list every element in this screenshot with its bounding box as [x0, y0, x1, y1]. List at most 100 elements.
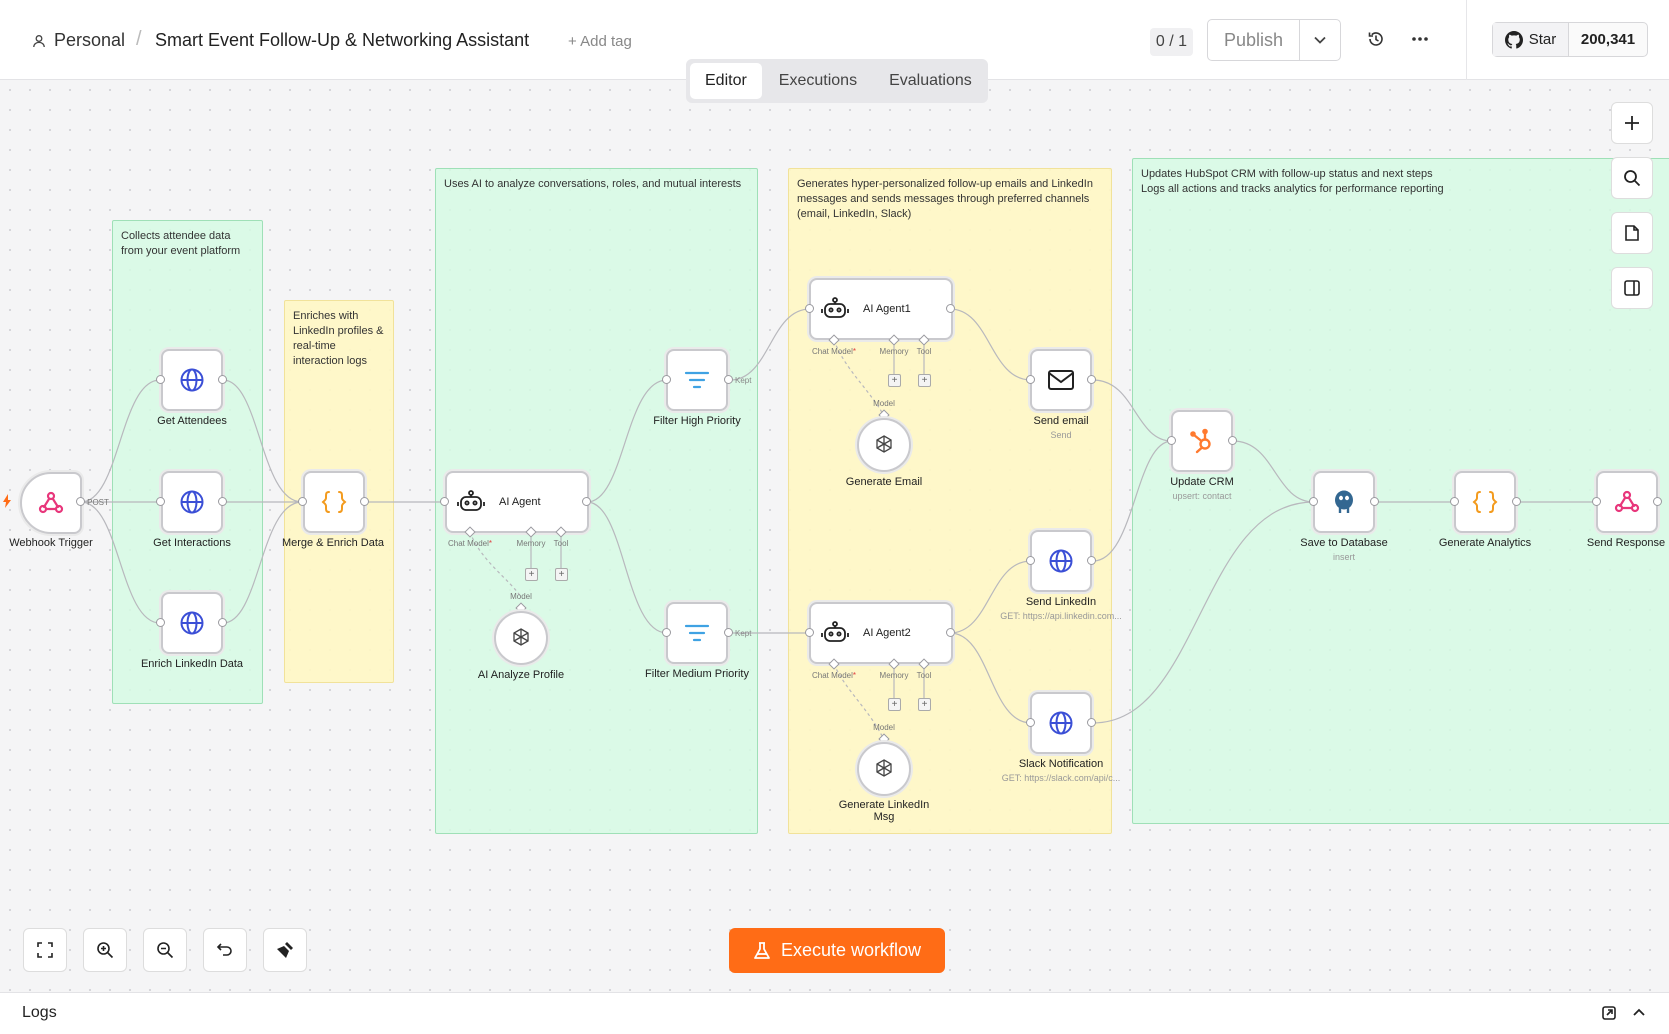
- input-port[interactable]: [1026, 718, 1035, 727]
- node-label: Filter Medium Priority: [645, 668, 749, 680]
- port-label-chat-model: Chat Model*: [811, 347, 857, 356]
- node-label: Generate LinkedIn Msg: [838, 799, 930, 823]
- add-tag-button[interactable]: + Add tag: [568, 33, 632, 50]
- zoom-out-button[interactable]: [143, 928, 187, 972]
- node-generate-email[interactable]: [857, 418, 911, 472]
- zoom-in-button[interactable]: [83, 928, 127, 972]
- input-port[interactable]: [1592, 497, 1601, 506]
- output-port[interactable]: [1087, 556, 1096, 565]
- input-port[interactable]: [1450, 497, 1459, 506]
- add-tool-button[interactable]: +: [918, 698, 931, 711]
- add-sticky-note-button[interactable]: [1611, 212, 1653, 254]
- input-port[interactable]: [156, 618, 165, 627]
- add-tool-button[interactable]: +: [555, 568, 568, 581]
- node-merge-enrich-data[interactable]: [303, 471, 365, 533]
- openai-icon: [876, 435, 892, 453]
- node-filter-high-priority[interactable]: [666, 349, 728, 411]
- input-port[interactable]: [1026, 556, 1035, 565]
- more-options-button[interactable]: [1405, 24, 1435, 54]
- port-label-model: Model: [873, 399, 895, 408]
- add-tool-button[interactable]: +: [918, 374, 931, 387]
- output-port[interactable]: [218, 618, 227, 627]
- output-port[interactable]: [218, 497, 227, 506]
- output-port[interactable]: [360, 497, 369, 506]
- node-save-to-database[interactable]: [1313, 471, 1375, 533]
- add-memory-button[interactable]: +: [525, 568, 538, 581]
- node-label: Enrich LinkedIn Data: [140, 658, 244, 670]
- tab-executions[interactable]: Executions: [764, 63, 872, 99]
- workflow-canvas[interactable]: Collects attendee data from your event p…: [0, 80, 1669, 992]
- output-port[interactable]: [1228, 436, 1237, 445]
- history-button[interactable]: [1361, 24, 1391, 54]
- breadcrumb-project[interactable]: Personal: [32, 30, 125, 51]
- sticky-note-icon: [1625, 225, 1639, 241]
- node-update-crm[interactable]: [1171, 410, 1233, 472]
- node-generate-linkedin-msg[interactable]: [857, 742, 911, 796]
- tab-editor[interactable]: Editor: [690, 63, 762, 99]
- output-port[interactable]: [582, 497, 591, 506]
- pop-out-icon[interactable]: [1601, 1005, 1617, 1021]
- chevron-up-icon[interactable]: [1631, 1005, 1647, 1021]
- node-enrich-linkedin-data[interactable]: [161, 592, 223, 654]
- node-ai-agent1[interactable]: AI Agent1: [809, 278, 953, 340]
- publish-button[interactable]: Publish: [1208, 20, 1300, 60]
- output-port[interactable]: [1087, 718, 1096, 727]
- node-filter-medium-priority[interactable]: [666, 602, 728, 664]
- node-slack-notification[interactable]: [1030, 692, 1092, 754]
- github-star-button[interactable]: Star: [1493, 23, 1569, 56]
- port-label-tool: Tool: [916, 671, 932, 680]
- toggle-panel-button[interactable]: [1611, 267, 1653, 309]
- output-port[interactable]: [1370, 497, 1379, 506]
- execute-workflow-button[interactable]: Execute workflow: [729, 928, 945, 973]
- input-port[interactable]: [156, 375, 165, 384]
- node-label: Update CRM: [1170, 476, 1234, 488]
- code-braces-icon: [1472, 491, 1498, 513]
- node-generate-analytics[interactable]: [1454, 471, 1516, 533]
- output-port[interactable]: [724, 375, 733, 384]
- logs-panel[interactable]: Logs: [0, 992, 1669, 1034]
- node-get-interactions[interactable]: [161, 471, 223, 533]
- undo-button[interactable]: [203, 928, 247, 972]
- search-nodes-button[interactable]: [1611, 157, 1653, 199]
- add-memory-button[interactable]: +: [888, 698, 901, 711]
- node-send-email[interactable]: [1030, 349, 1092, 411]
- github-star-widget[interactable]: Star 200,341: [1492, 22, 1648, 57]
- add-memory-button[interactable]: +: [888, 374, 901, 387]
- input-port[interactable]: [1026, 375, 1035, 384]
- node-send-linkedin[interactable]: [1030, 530, 1092, 592]
- input-port[interactable]: [440, 497, 449, 506]
- fit-view-button[interactable]: [23, 928, 67, 972]
- workflow-title[interactable]: Smart Event Follow-Up & Networking Assis…: [155, 30, 529, 51]
- node-label: AI Agent2: [863, 627, 911, 639]
- fit-view-icon: [37, 942, 53, 958]
- input-port[interactable]: [662, 375, 671, 384]
- output-port[interactable]: [1512, 497, 1521, 506]
- input-port[interactable]: [1167, 436, 1176, 445]
- node-ai-agent2[interactable]: AI Agent2: [809, 602, 953, 664]
- node-webhook-trigger[interactable]: [20, 472, 82, 534]
- globe-icon: [1049, 549, 1073, 573]
- output-port[interactable]: [218, 375, 227, 384]
- input-port[interactable]: [662, 628, 671, 637]
- output-port[interactable]: [946, 628, 955, 637]
- input-port[interactable]: [1309, 497, 1318, 506]
- node-ai-analyze-profile[interactable]: [494, 611, 548, 665]
- input-port[interactable]: [156, 497, 165, 506]
- output-port[interactable]: [76, 497, 85, 506]
- output-port[interactable]: [1087, 375, 1096, 384]
- input-port[interactable]: [805, 628, 814, 637]
- node-label: Webhook Trigger: [9, 537, 93, 549]
- node-send-response[interactable]: [1596, 471, 1658, 533]
- input-port[interactable]: [805, 304, 814, 313]
- output-port[interactable]: [724, 628, 733, 637]
- output-port[interactable]: [1653, 497, 1662, 506]
- output-port[interactable]: [946, 304, 955, 313]
- node-get-attendees[interactable]: [161, 349, 223, 411]
- tidy-up-button[interactable]: [263, 928, 307, 972]
- tab-evaluations[interactable]: Evaluations: [874, 63, 987, 99]
- broom-icon: [277, 942, 293, 958]
- publish-dropdown-button[interactable]: [1300, 20, 1340, 60]
- input-port[interactable]: [298, 497, 307, 506]
- add-node-button[interactable]: [1611, 102, 1653, 144]
- node-ai-agent[interactable]: AI Agent: [445, 471, 589, 533]
